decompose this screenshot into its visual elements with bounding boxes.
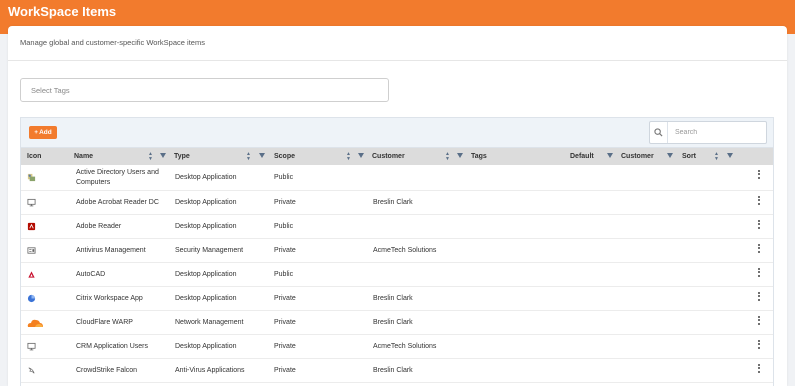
select-tags-input[interactable] xyxy=(20,78,389,102)
workspace-items-grid: + Add Icon Name ▲▼ Type ▲▼ Scope ▲▼ Cust… xyxy=(20,117,774,386)
column-header-customer[interactable]: Customer xyxy=(372,148,405,165)
cell-type: Desktop Application xyxy=(175,173,237,181)
page-subtitle: Manage global and customer-specific Work… xyxy=(20,38,205,47)
grid-toolbar: + Add xyxy=(21,118,773,148)
sort-icon[interactable]: ▲ ▼ xyxy=(714,152,719,161)
row-actions-menu-icon[interactable] xyxy=(758,244,760,254)
sort-icon[interactable]: ▲ ▼ xyxy=(445,152,450,161)
row-actions-menu-icon[interactable] xyxy=(758,170,760,180)
cell-scope: Public xyxy=(274,270,294,278)
citrix-icon xyxy=(27,294,36,303)
cell-name: Active Directory Users and Computers xyxy=(76,168,159,186)
cell-customer: AcmeTech Solutions xyxy=(373,342,437,350)
row-actions-menu-icon[interactable] xyxy=(758,340,760,350)
cell-customer: Breslin Clark xyxy=(373,294,413,302)
filter-icon[interactable] xyxy=(160,153,166,158)
column-header-tags[interactable]: Tags xyxy=(471,148,487,165)
cell-scope: Public xyxy=(274,222,294,230)
page-title: WorkSpace Items xyxy=(8,4,117,19)
table-row[interactable]: Adobe Reader Desktop Application Public xyxy=(21,215,773,239)
filter-icon[interactable] xyxy=(259,153,265,158)
sort-icon[interactable]: ▲ ▼ xyxy=(346,152,351,161)
table-row[interactable]: Active Directory Users and Computers Des… xyxy=(21,165,773,191)
sort-icon[interactable]: ▲ ▼ xyxy=(246,152,251,161)
filter-icon[interactable] xyxy=(358,153,364,158)
cell-customer: AcmeTech Solutions xyxy=(373,246,437,254)
row-actions-menu-icon[interactable] xyxy=(758,268,760,278)
cell-customer: Breslin Clark xyxy=(373,366,413,374)
filter-icon[interactable] xyxy=(667,153,673,158)
adobe-reader-icon xyxy=(27,222,36,231)
cell-scope: Private xyxy=(274,318,296,326)
filter-icon[interactable] xyxy=(727,153,733,158)
cell-name: Adobe Reader xyxy=(76,222,122,230)
row-actions-menu-icon[interactable] xyxy=(758,220,760,230)
table-row[interactable]: Adobe Acrobat Reader DC Desktop Applicat… xyxy=(21,191,773,215)
table-row[interactable]: CrowdStrike Falcon Anti-Virus Applicatio… xyxy=(21,359,773,383)
desktop-monitor-icon xyxy=(27,198,36,207)
cell-type: Desktop Application xyxy=(175,222,237,230)
table-row[interactable]: CloudFlare WARP Network Management Priva… xyxy=(21,311,773,335)
row-actions-menu-icon[interactable] xyxy=(758,364,760,374)
add-button[interactable]: + Add xyxy=(29,126,57,139)
cell-type: Desktop Application xyxy=(175,270,237,278)
grid-header-row: Icon Name ▲ ▼ Type ▲ ▼ Scope ▲ ▼ Customer ▲… xyxy=(21,148,773,165)
row-actions-menu-icon[interactable] xyxy=(758,196,760,206)
cell-name: CloudFlare WARP xyxy=(76,318,133,326)
table-row[interactable]: AutoCAD Desktop Application Public xyxy=(21,263,773,287)
cell-scope: Private xyxy=(274,198,296,206)
desktop-monitor-icon xyxy=(27,342,36,351)
search-icon[interactable] xyxy=(650,122,668,143)
add-button-label: Add xyxy=(39,129,52,136)
content-card: Manage global and customer-specific Work… xyxy=(8,26,787,386)
column-header-name[interactable]: Name xyxy=(74,148,93,165)
row-actions-menu-icon[interactable] xyxy=(758,292,760,302)
sort-icon[interactable]: ▲ ▼ xyxy=(148,152,153,161)
table-row[interactable]: Citrix Workspace App Desktop Application… xyxy=(21,287,773,311)
cell-type: Desktop Application xyxy=(175,342,237,350)
filter-icon[interactable] xyxy=(607,153,613,158)
cell-name: AutoCAD xyxy=(76,270,106,278)
cell-name: Antivirus Management xyxy=(76,246,146,254)
cell-scope: Private xyxy=(274,294,296,302)
filter-icon[interactable] xyxy=(457,153,463,158)
cell-type: Desktop Application xyxy=(175,198,237,206)
crowdstrike-icon xyxy=(28,367,35,374)
cell-customer: Breslin Clark xyxy=(373,198,413,206)
cell-scope: Private xyxy=(274,246,296,254)
cell-name: CRM Application Users xyxy=(76,342,148,350)
column-header-type[interactable]: Type xyxy=(174,148,190,165)
cell-type: Anti-Virus Applications xyxy=(175,366,245,374)
row-actions-menu-icon[interactable] xyxy=(758,316,760,326)
cell-scope: Private xyxy=(274,366,296,374)
cloudflare-icon xyxy=(27,319,43,327)
table-row[interactable]: CRM Application Users Desktop Applicatio… xyxy=(21,335,773,359)
column-header-default[interactable]: Default xyxy=(570,148,594,165)
column-header-icon[interactable]: Icon xyxy=(27,148,41,165)
autocad-icon xyxy=(28,271,35,278)
cell-customer: Breslin Clark xyxy=(373,318,413,326)
column-header-scope[interactable]: Scope xyxy=(274,148,295,165)
search-input[interactable] xyxy=(668,122,766,143)
cell-scope: Private xyxy=(274,342,296,350)
column-header-customer-2[interactable]: Customer xyxy=(621,148,654,165)
security-card-icon xyxy=(27,247,36,254)
directory-users-icon xyxy=(27,173,36,182)
cell-name: CrowdStrike Falcon xyxy=(76,366,138,374)
cell-name: Adobe Acrobat Reader DC xyxy=(76,198,159,206)
cell-type: Network Management xyxy=(175,318,244,326)
cell-type: Security Management xyxy=(175,246,244,254)
divider xyxy=(8,60,787,61)
cell-name: Citrix Workspace App xyxy=(76,294,143,302)
cell-type: Desktop Application xyxy=(175,294,237,302)
search-box xyxy=(649,121,767,144)
table-row[interactable]: Antivirus Management Security Management… xyxy=(21,239,773,263)
plus-icon: + xyxy=(34,129,39,136)
cell-scope: Public xyxy=(274,173,294,181)
column-header-sort[interactable]: Sort xyxy=(682,148,696,165)
